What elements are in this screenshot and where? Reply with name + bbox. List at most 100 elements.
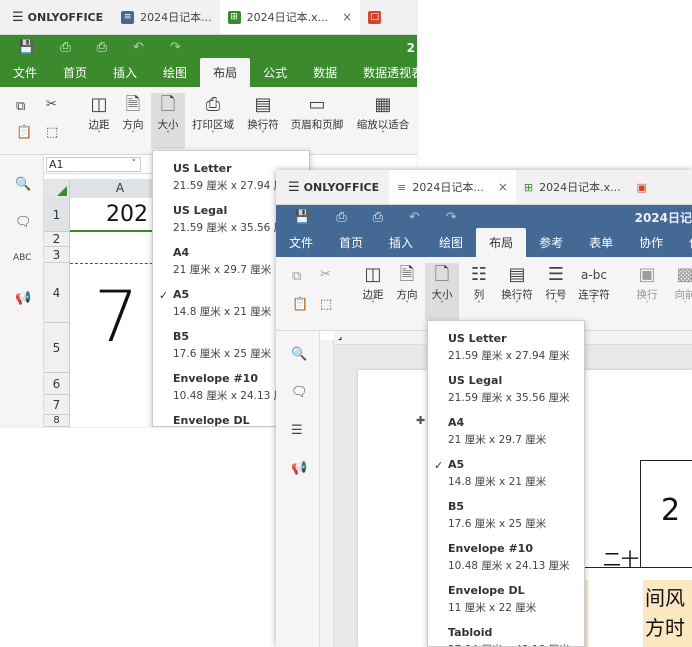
- search-icon[interactable]: 🔍: [291, 347, 307, 362]
- row-header-1[interactable]: 1: [44, 198, 70, 232]
- onlyoffice-logo[interactable]: ☰ ONLYOFFICE: [0, 0, 113, 34]
- print-icon[interactable]: ⎙: [60, 40, 70, 55]
- table-move-icon[interactable]: ✚: [416, 414, 425, 427]
- menu-protection[interactable]: 保护: [676, 234, 692, 257]
- row-header-5[interactable]: 5: [44, 323, 70, 373]
- vertical-ruler[interactable]: [320, 340, 334, 647]
- tab-stop-icon[interactable]: ⌟: [338, 332, 342, 342]
- copy-icon[interactable]: ⧉: [292, 269, 301, 284]
- menu-insert[interactable]: 插入: [376, 234, 426, 257]
- save-icon[interactable]: 💾: [294, 210, 310, 225]
- title-bar: 💾 ⎙ ⎙ ↶ ↷ 2024日记: [276, 205, 692, 230]
- print-area-button[interactable]: ⎙ 打印区域 ˅: [190, 95, 236, 139]
- tab-spreadsheet[interactable]: ⊞ 2024日记本.x... ×: [219, 0, 361, 34]
- menu-home[interactable]: 首页: [326, 234, 376, 257]
- close-tab-icon[interactable]: ×: [342, 10, 352, 24]
- select-all-corner[interactable]: [44, 179, 70, 198]
- menu-home[interactable]: 首页: [50, 64, 100, 87]
- tab-document[interactable]: ≡ 2024日记本...: [113, 0, 219, 34]
- select-all-icon[interactable]: ⬚: [320, 297, 332, 312]
- breaks-button[interactable]: ▤ 换行符 ˅: [498, 265, 536, 309]
- print-icon[interactable]: ⎙: [336, 210, 346, 225]
- menu-formula[interactable]: 公式: [250, 64, 300, 87]
- menu-draw[interactable]: 绘图: [150, 64, 200, 87]
- close-tab-icon[interactable]: ×: [498, 180, 508, 194]
- row-header-6[interactable]: 6: [44, 373, 70, 395]
- size-option-tabloid[interactable]: Tabloid27.94 厘米 x 43.18 厘米: [428, 621, 584, 646]
- tab-pdf[interactable]: □: [360, 0, 395, 34]
- size-button[interactable]: 🗋 大小 ˄: [151, 93, 185, 149]
- comments-icon[interactable]: 🗨: [291, 385, 308, 400]
- navigation-icon[interactable]: ☰: [291, 423, 303, 438]
- select-all-icon[interactable]: ⬚: [46, 125, 58, 140]
- menu-draw[interactable]: 绘图: [426, 234, 476, 257]
- hyphenation-button[interactable]: a-bc 连字符 ˅: [576, 265, 612, 309]
- quick-print-icon[interactable]: ⎙: [373, 210, 383, 225]
- comments-icon[interactable]: 🗨: [15, 215, 32, 230]
- option-name: B5: [448, 500, 465, 513]
- cell-reference-box[interactable]: A1 ˅: [46, 157, 141, 172]
- row-header-4[interactable]: 4: [44, 263, 70, 323]
- size-option-us-letter[interactable]: US Letter 21.59 厘米 x 27.94 厘米: [428, 327, 584, 369]
- menu-layout[interactable]: 布局: [200, 58, 251, 87]
- menu-pivot-table[interactable]: 数据透视表: [350, 64, 417, 87]
- onlyoffice-logo[interactable]: ☰ ONLYOFFICE: [276, 170, 389, 204]
- chevron-down-icon: ˅: [381, 130, 385, 139]
- bring-forward-button[interactable]: ▩ 向前 ˅: [668, 265, 692, 309]
- size-option-envelope-10[interactable]: Envelope #10 10.48 厘米 x 24.13 厘米: [428, 537, 584, 579]
- line-numbers-button[interactable]: ☰ 行号 ˅: [542, 265, 570, 309]
- size-option-b5[interactable]: B5 17.6 厘米 x 25 厘米: [428, 495, 584, 537]
- cut-icon[interactable]: ✂: [46, 97, 57, 112]
- menu-layout[interactable]: 布局: [476, 228, 527, 257]
- size-option-a5[interactable]: ✓ A5 14.8 厘米 x 21 厘米: [428, 453, 584, 495]
- header-footer-label: 页眉和页脚: [290, 119, 344, 131]
- redo-icon[interactable]: ↷: [170, 40, 181, 55]
- feedback-icon[interactable]: 📢: [15, 291, 31, 306]
- tab-pdf[interactable]: ▣: [629, 170, 655, 204]
- undo-icon[interactable]: ↶: [133, 40, 144, 55]
- tab-document[interactable]: ≡ 2024日记本... ×: [389, 170, 516, 204]
- feedback-icon[interactable]: 📢: [291, 461, 307, 476]
- margins-button[interactable]: ◫ 边距 ˅: [358, 265, 388, 309]
- row-header-7[interactable]: 7: [44, 395, 70, 415]
- margins-button[interactable]: ◫ 边距 ˅: [84, 95, 114, 139]
- row-header-8[interactable]: 8: [44, 415, 70, 427]
- wrap-button[interactable]: ▣ 换行 ˅: [630, 265, 664, 309]
- paste-icon[interactable]: 📋: [292, 297, 308, 312]
- size-button[interactable]: 🗋 大小 ˄: [425, 263, 459, 321]
- scale-to-fit-button[interactable]: ▦ 缩放以适合 ˅: [354, 95, 412, 139]
- tab-spreadsheet[interactable]: ⊞ 2024日记本.x...: [516, 170, 629, 204]
- menu-references[interactable]: 参考: [526, 234, 576, 257]
- menu-file[interactable]: 文件: [276, 234, 326, 257]
- quick-print-icon[interactable]: ⎙: [97, 40, 107, 55]
- tab-bar: ☰ ONLYOFFICE ≡ 2024日记本... ⊞ 2024日记本.x... …: [0, 0, 417, 35]
- orientation-button[interactable]: 🗎 方向 ˅: [118, 95, 148, 139]
- menu-insert[interactable]: 插入: [100, 64, 150, 87]
- redo-icon[interactable]: ↷: [446, 210, 457, 225]
- columns-button[interactable]: ☷ 列 ˅: [466, 265, 492, 309]
- row-header-2[interactable]: 2: [44, 232, 70, 247]
- save-icon[interactable]: 💾: [18, 40, 34, 55]
- row-header-3[interactable]: 3: [44, 247, 70, 263]
- spreadsheet-file-icon: ⊞: [227, 10, 241, 24]
- pdf-file-icon: ▣: [636, 180, 648, 194]
- size-option-us-legal[interactable]: US Legal 21.59 厘米 x 35.56 厘米: [428, 369, 584, 411]
- breaks-button[interactable]: ▤ 换行符 ˅: [244, 95, 282, 139]
- header-footer-button[interactable]: ▭ 页眉和页脚: [288, 95, 346, 132]
- cut-icon[interactable]: ✂: [320, 267, 331, 282]
- document-file-icon: ≡: [397, 180, 407, 194]
- menu-file[interactable]: 文件: [0, 64, 50, 87]
- table-cell[interactable]: 2: [640, 460, 692, 568]
- orientation-button[interactable]: 🗎 方向 ˅: [392, 265, 422, 309]
- undo-icon[interactable]: ↶: [409, 210, 420, 225]
- search-icon[interactable]: 🔍: [15, 177, 31, 192]
- menu-collaboration[interactable]: 协作: [626, 234, 676, 257]
- menu-data[interactable]: 数据: [300, 64, 350, 87]
- chevron-down-icon: ˅: [515, 300, 519, 309]
- spellcheck-icon[interactable]: ABC: [13, 253, 31, 263]
- menu-forms[interactable]: 表单: [576, 234, 626, 257]
- copy-icon[interactable]: ⧉: [16, 99, 25, 114]
- paste-icon[interactable]: 📋: [16, 125, 32, 140]
- size-option-a4[interactable]: A4 21 厘米 x 29.7 厘米: [428, 411, 584, 453]
- size-option-envelope-dl[interactable]: Envelope DL 11 厘米 x 22 厘米: [428, 579, 584, 621]
